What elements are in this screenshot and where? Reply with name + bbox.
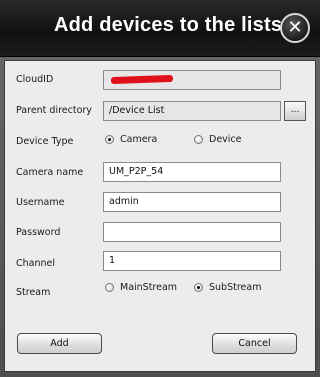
device-type-label: Device Type (16, 136, 74, 147)
dialog-titlebar: Add devices to the lists ✕ (0, 0, 320, 57)
device-type-camera-option[interactable]: Camera (105, 134, 157, 145)
mainstream-radio-label: MainStream (120, 282, 178, 293)
username-label: Username (16, 197, 65, 208)
stream-sub-option[interactable]: SubStream (194, 282, 261, 293)
device-form: CloudID Parent directory /Device List ..… (4, 60, 316, 372)
channel-input[interactable]: 1 (103, 251, 281, 271)
dialog-title: Add devices to the lists (54, 14, 283, 36)
parent-directory-field[interactable]: /Device List (103, 101, 281, 121)
camera-radio[interactable] (105, 135, 114, 144)
camera-radio-label: Camera (120, 134, 158, 145)
stream-main-option[interactable]: MainStream (105, 282, 177, 293)
add-devices-dialog: Add devices to the lists ✕ CloudID Paren… (0, 0, 320, 377)
device-radio-label: Device (209, 134, 242, 145)
cloudid-field[interactable] (103, 70, 281, 90)
device-type-device-option[interactable]: Device (194, 134, 242, 145)
camera-name-label: Camera name (16, 167, 84, 178)
device-radio[interactable] (194, 135, 203, 144)
substream-radio-label: SubStream (209, 282, 262, 293)
close-button[interactable]: ✕ (280, 13, 310, 43)
stream-label: Stream (16, 287, 51, 298)
browse-icon: ... (290, 105, 300, 115)
add-button[interactable]: Add (17, 333, 102, 354)
cancel-button[interactable]: Cancel (212, 333, 297, 354)
cloudid-label: CloudID (16, 74, 54, 85)
redaction-mark (110, 74, 174, 85)
password-label: Password (16, 227, 61, 238)
username-input[interactable]: admin (103, 192, 281, 212)
parent-directory-label: Parent directory (16, 105, 92, 116)
close-icon: ✕ (287, 17, 303, 38)
channel-label: Channel (16, 258, 56, 269)
mainstream-radio[interactable] (105, 283, 114, 292)
camera-name-input[interactable]: UM_P2P_54 (103, 162, 281, 182)
substream-radio[interactable] (194, 283, 203, 292)
browse-button[interactable]: ... (284, 101, 306, 121)
password-input[interactable] (103, 222, 281, 242)
